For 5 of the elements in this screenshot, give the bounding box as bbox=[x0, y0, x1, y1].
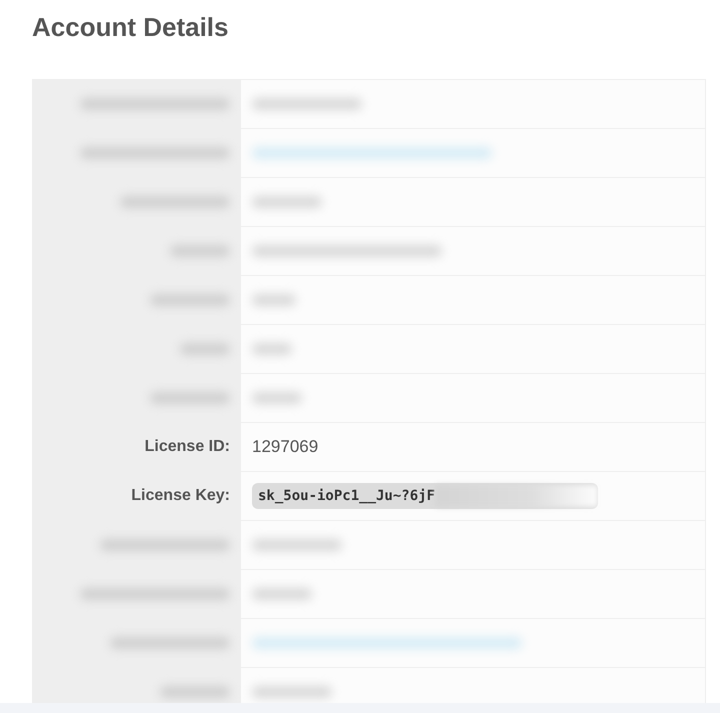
field-label: License Key: bbox=[131, 487, 230, 505]
field-label: License ID: bbox=[144, 438, 230, 456]
license-id-value: 1297069 bbox=[252, 437, 318, 457]
license-key-value: sk_5ou-ioPc1__Ju~?6jF bbox=[258, 488, 436, 504]
page-title: Account Details bbox=[31, 11, 230, 44]
